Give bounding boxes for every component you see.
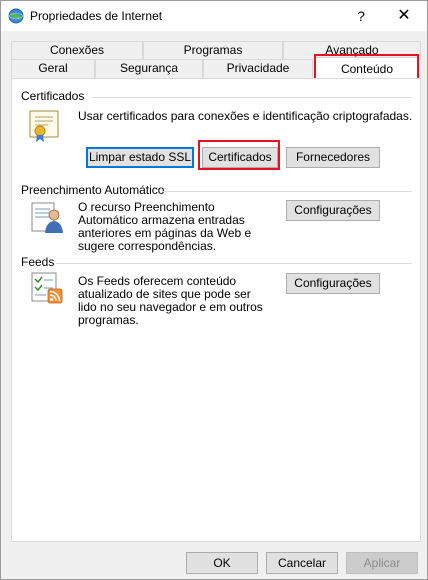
- autocomplete-divider: [162, 191, 412, 192]
- tab-privacidade[interactable]: Privacidade: [203, 59, 313, 78]
- window-title: Propriedades de Internet: [30, 9, 163, 23]
- internet-properties-dialog: Propriedades de Internet ? ✕ Conexões Pr…: [0, 0, 428, 580]
- internet-globe-icon: [8, 8, 24, 24]
- certificates-divider: [92, 97, 412, 98]
- title-bar: Propriedades de Internet ? ✕: [1, 1, 427, 31]
- autocomplete-description: O recurso Preenchimento Automático armaz…: [78, 200, 252, 253]
- feeds-section-title: Feeds: [21, 255, 55, 269]
- certificates-button[interactable]: Certificados: [202, 147, 278, 168]
- autocomplete-settings-button[interactable]: Configurações: [286, 200, 380, 221]
- tab-conexoes[interactable]: Conexões: [11, 41, 143, 60]
- cancel-button[interactable]: Cancelar: [266, 552, 338, 574]
- tab-strip: Conexões Programas Avançado Geral Segura…: [11, 41, 421, 79]
- certificates-section-title: Certificados: [21, 89, 85, 103]
- help-button[interactable]: ?: [341, 1, 381, 31]
- apply-button[interactable]: Aplicar: [346, 552, 418, 574]
- tab-seguranca[interactable]: Segurança: [95, 59, 203, 78]
- content-tab-panel: Certificados Usar certificados para cone…: [11, 78, 421, 542]
- publishers-button[interactable]: Fornecedores: [286, 147, 380, 168]
- ok-button[interactable]: OK: [186, 552, 258, 574]
- feeds-description: Os Feeds oferecem conteúdo atualizado de…: [78, 274, 263, 327]
- feeds-settings-button[interactable]: Configurações: [286, 273, 380, 294]
- certificates-description: Usar certificados para conexões e identi…: [78, 109, 413, 123]
- autocomplete-section-title: Preenchimento Automático: [21, 183, 165, 197]
- certificate-icon: [29, 110, 59, 142]
- clear-ssl-state-button[interactable]: Limpar estado SSL: [86, 147, 194, 168]
- feeds-icon: [31, 272, 63, 304]
- tab-geral[interactable]: Geral: [11, 59, 95, 78]
- feeds-divider: [56, 263, 412, 264]
- tab-programas[interactable]: Programas: [143, 41, 283, 60]
- close-button[interactable]: ✕: [384, 1, 424, 31]
- autocomplete-icon: [31, 202, 63, 233]
- tab-conteudo[interactable]: Conteúdo: [315, 57, 419, 79]
